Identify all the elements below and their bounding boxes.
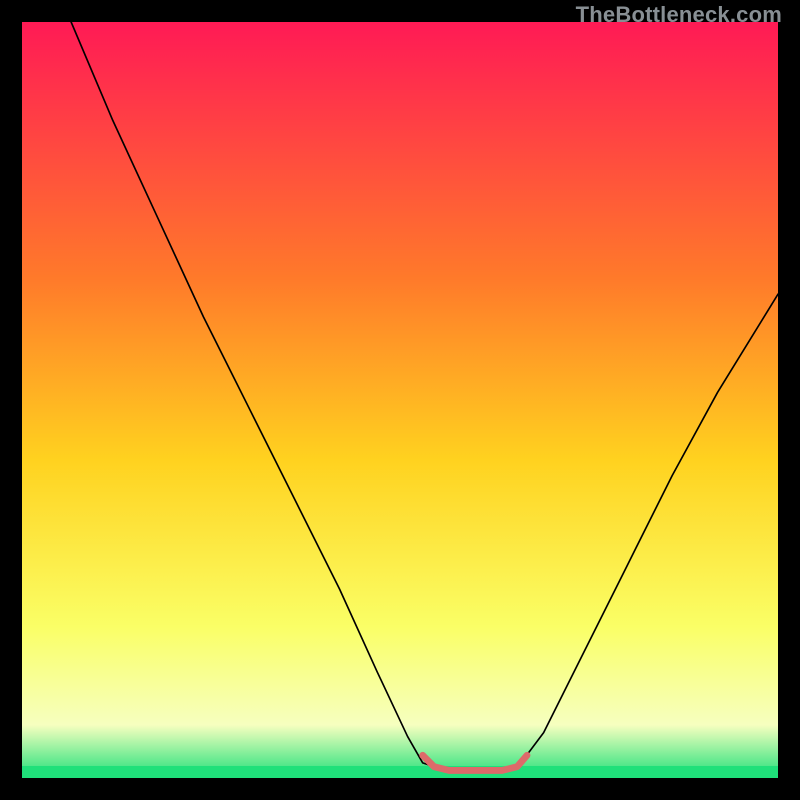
bottleneck-curve — [71, 22, 778, 770]
watermark-text: TheBottleneck.com — [576, 2, 782, 28]
flat-highlight-segment — [423, 755, 527, 770]
plot-area — [22, 22, 778, 778]
chart-curve-layer — [22, 22, 778, 778]
chart-stage: TheBottleneck.com — [0, 0, 800, 800]
